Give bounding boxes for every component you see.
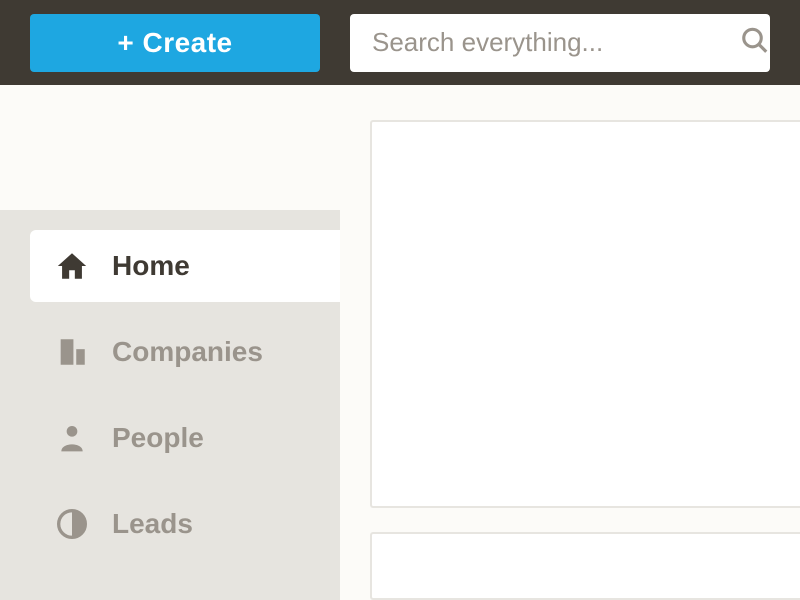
leads-icon bbox=[54, 508, 90, 540]
sidebar-item-people[interactable]: People bbox=[30, 402, 340, 474]
sidebar-item-label: Companies bbox=[112, 336, 263, 368]
layout: Home Companies People bbox=[0, 85, 800, 600]
companies-icon bbox=[54, 335, 90, 369]
sidebar-item-label: Leads bbox=[112, 508, 193, 540]
sidebar-spacer bbox=[0, 85, 340, 210]
sidebar: Home Companies People bbox=[0, 85, 340, 600]
sidebar-item-companies[interactable]: Companies bbox=[30, 316, 340, 388]
search-icon bbox=[740, 25, 770, 60]
sidebar-nav: Home Companies People bbox=[0, 210, 340, 600]
sidebar-item-leads[interactable]: Leads bbox=[30, 488, 340, 560]
content-card bbox=[370, 120, 800, 508]
sidebar-item-label: Home bbox=[112, 250, 190, 282]
create-button[interactable]: + Create bbox=[30, 14, 320, 72]
people-icon bbox=[54, 422, 90, 454]
topbar: + Create bbox=[0, 0, 800, 85]
sidebar-item-home[interactable]: Home bbox=[30, 230, 340, 302]
sidebar-item-label: People bbox=[112, 422, 204, 454]
search-input[interactable] bbox=[350, 14, 770, 72]
content-card bbox=[370, 532, 800, 600]
home-icon bbox=[54, 249, 90, 283]
search-wrapper bbox=[350, 14, 770, 72]
main-content bbox=[340, 85, 800, 600]
